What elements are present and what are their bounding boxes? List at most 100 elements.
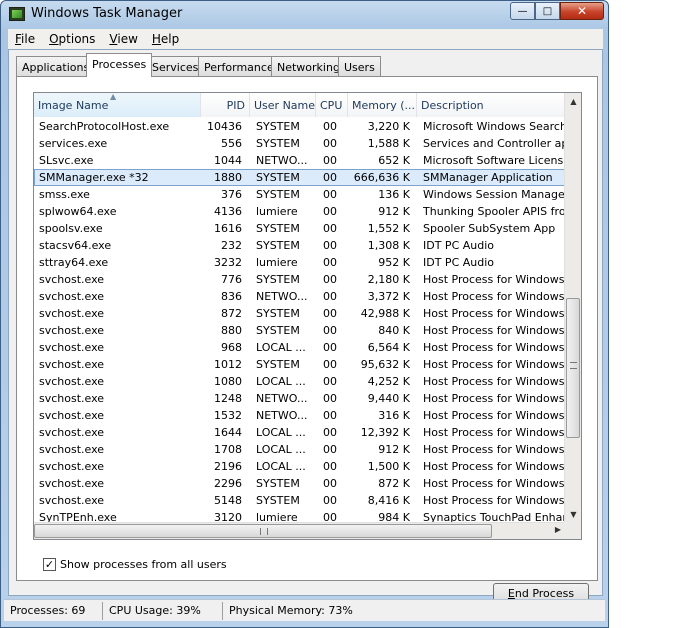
cell-cpu: 00 bbox=[323, 409, 337, 422]
cell-mem: 3,220 K bbox=[367, 120, 410, 133]
cell-cpu: 00 bbox=[323, 154, 337, 167]
vertical-scrollbar[interactable]: ▲ ▼ bbox=[564, 93, 581, 523]
table-row[interactable]: svchost.exe 836 NETWO... 00 3,372 K Host Proc… bbox=[34, 288, 565, 305]
menu-options-accelerator: O bbox=[49, 32, 59, 46]
table-row[interactable]: svchost.exe 1644 LOCAL ... 00 12,392 K Host P… bbox=[34, 424, 565, 441]
table-header: ▲ Image Name PID User Name CPU Memory (.… bbox=[34, 93, 565, 117]
table-row[interactable]: svchost.exe 2296 SYSTEM 00 872 K Host Process… bbox=[34, 475, 565, 492]
tab-users[interactable]: Users bbox=[338, 56, 381, 77]
table-row[interactable]: svchost.exe 1248 NETWO... 00 9,440 K Host Pro… bbox=[34, 390, 565, 407]
table-row[interactable]: svchost.exe 1708 LOCAL ... 00 912 K Host Proc… bbox=[34, 441, 565, 458]
cell-cpu: 00 bbox=[323, 205, 337, 218]
show-all-users-option[interactable]: ✓ Show processes from all users bbox=[43, 558, 227, 571]
task-manager-icon bbox=[9, 7, 25, 21]
column-image-name-label: Image Name bbox=[38, 99, 109, 112]
cell-name: svchost.exe bbox=[39, 290, 105, 303]
table-row[interactable]: svchost.exe 968 LOCAL ... 00 6,564 K Host Pro… bbox=[34, 339, 565, 356]
cell-pid: 4136 bbox=[214, 205, 242, 218]
scroll-down-arrow-icon[interactable]: ▼ bbox=[565, 506, 581, 523]
cell-user: SYSTEM bbox=[256, 494, 300, 507]
table-row[interactable]: sttray64.exe 3232 lumiere 00 952 K IDT PC Aud… bbox=[34, 254, 565, 271]
show-all-users-label: Show processes from all users bbox=[60, 558, 227, 571]
cell-user: LOCAL ... bbox=[256, 443, 306, 456]
table-row[interactable]: svchost.exe 1532 NETWO... 00 316 K Host Proce… bbox=[34, 407, 565, 424]
column-pid[interactable]: PID bbox=[201, 93, 250, 117]
table-row[interactable]: svchost.exe 880 SYSTEM 00 840 K Host Process … bbox=[34, 322, 565, 339]
cell-name: svchost.exe bbox=[39, 324, 105, 337]
menu-view-label: iew bbox=[117, 32, 138, 46]
table-row[interactable]: svchost.exe 776 SYSTEM 00 2,180 K Host Proces… bbox=[34, 271, 565, 288]
cell-name: svchost.exe bbox=[39, 358, 105, 371]
vertical-scroll-thumb[interactable] bbox=[566, 298, 580, 438]
cell-name: SearchProtocolHost.exe bbox=[39, 120, 170, 133]
process-list[interactable]: ▲ Image Name PID User Name CPU Memory (.… bbox=[33, 92, 582, 540]
show-all-users-checkbox[interactable]: ✓ bbox=[43, 558, 56, 571]
cell-desc: Host Process for Windows Se bbox=[423, 494, 565, 507]
scroll-right-arrow-icon[interactable]: ▶ bbox=[555, 525, 561, 534]
scroll-up-arrow-icon[interactable]: ▲ bbox=[565, 93, 581, 110]
column-description[interactable]: Description bbox=[417, 93, 565, 117]
cell-pid: 1644 bbox=[214, 426, 242, 439]
column-image-name[interactable]: ▲ Image Name bbox=[34, 93, 201, 117]
menu-file[interactable]: File bbox=[8, 32, 42, 46]
cell-user: SYSTEM bbox=[256, 188, 300, 201]
cell-name: stacsv64.exe bbox=[39, 239, 112, 252]
table-row[interactable]: smss.exe 376 SYSTEM 00 136 K Windows Session … bbox=[34, 186, 565, 203]
menu-help[interactable]: Help bbox=[145, 32, 186, 46]
cell-name: SMManager.exe *32 bbox=[39, 171, 149, 184]
table-row[interactable]: svchost.exe 5148 SYSTEM 00 8,416 K Host Proce… bbox=[34, 492, 565, 509]
table-row[interactable]: svchost.exe 2196 LOCAL ... 00 1,500 K Host Pr… bbox=[34, 458, 565, 475]
cell-mem: 912 K bbox=[378, 205, 410, 218]
table-row[interactable]: services.exe 556 SYSTEM 00 1,588 K Services a… bbox=[34, 135, 565, 152]
cell-user: SYSTEM bbox=[256, 358, 300, 371]
cell-cpu: 00 bbox=[323, 120, 337, 133]
column-cpu[interactable]: CPU bbox=[316, 93, 348, 117]
cell-cpu: 00 bbox=[323, 375, 337, 388]
sort-ascending-icon: ▲ bbox=[110, 93, 117, 101]
cell-cpu: 00 bbox=[323, 290, 337, 303]
horizontal-scroll-thumb[interactable] bbox=[34, 524, 492, 538]
table-row[interactable]: svchost.exe 1080 LOCAL ... 00 4,252 K Host Pr… bbox=[34, 373, 565, 390]
table-row[interactable]: splwow64.exe 4136 lumiere 00 912 K Thunking S… bbox=[34, 203, 565, 220]
table-row[interactable]: SMManager.exe *32 1880 SYSTEM 00 666,636 K SM… bbox=[34, 169, 565, 186]
cell-mem: 912 K bbox=[378, 443, 410, 456]
cell-user: LOCAL ... bbox=[256, 375, 306, 388]
menu-options[interactable]: Options bbox=[42, 32, 102, 46]
table-row[interactable]: SearchProtocolHost.exe 10436 SYSTEM 00 3,220… bbox=[34, 118, 565, 135]
cell-cpu: 00 bbox=[323, 256, 337, 269]
cell-pid: 3232 bbox=[214, 256, 242, 269]
cell-cpu: 00 bbox=[323, 222, 337, 235]
status-divider bbox=[102, 602, 103, 620]
column-memory[interactable]: Memory (... bbox=[348, 93, 417, 117]
cell-name: sttray64.exe bbox=[39, 256, 109, 269]
cell-desc: IDT PC Audio bbox=[423, 239, 495, 252]
table-row[interactable]: svchost.exe 872 SYSTEM 00 42,988 K Host Proce… bbox=[34, 305, 565, 322]
cell-cpu: 00 bbox=[323, 477, 337, 490]
cell-user: lumiere bbox=[256, 256, 298, 269]
table-row[interactable]: svchost.exe 1012 SYSTEM 00 95,632 K Host Proc… bbox=[34, 356, 565, 373]
close-button[interactable]: ✕ bbox=[560, 2, 604, 20]
cell-pid: 1044 bbox=[214, 154, 242, 167]
cell-pid: 376 bbox=[221, 188, 242, 201]
cell-mem: 840 K bbox=[378, 324, 410, 337]
column-user-name[interactable]: User Name bbox=[250, 93, 316, 117]
cell-cpu: 00 bbox=[323, 188, 337, 201]
tab-performance[interactable]: Performance bbox=[198, 56, 280, 77]
horizontal-scrollbar[interactable]: ▶ bbox=[34, 522, 565, 539]
tab-applications[interactable]: Applications bbox=[16, 56, 96, 77]
title-bar[interactable]: Windows Task Manager — □ ✕ bbox=[1, 1, 608, 28]
menu-view[interactable]: View bbox=[102, 32, 144, 46]
minimize-button[interactable]: — bbox=[510, 2, 535, 20]
maximize-button[interactable]: □ bbox=[535, 2, 560, 20]
cell-name: svchost.exe bbox=[39, 477, 105, 490]
table-row[interactable]: spoolsv.exe 1616 SYSTEM 00 1,552 K Spooler Su… bbox=[34, 220, 565, 237]
menu-help-label: elp bbox=[160, 32, 180, 46]
table-row[interactable]: stacsv64.exe 232 SYSTEM 00 1,308 K IDT PC Aud… bbox=[34, 237, 565, 254]
cell-pid: 872 bbox=[221, 307, 242, 320]
tab-processes[interactable]: Processes bbox=[86, 53, 153, 77]
tab-services[interactable]: Services bbox=[146, 56, 205, 77]
cell-name: svchost.exe bbox=[39, 409, 105, 422]
tab-networking[interactable]: Networking bbox=[271, 56, 346, 77]
table-row[interactable]: SLsvc.exe 1044 NETWO... 00 652 K Microsoft So… bbox=[34, 152, 565, 169]
cell-mem: 952 K bbox=[378, 256, 410, 269]
